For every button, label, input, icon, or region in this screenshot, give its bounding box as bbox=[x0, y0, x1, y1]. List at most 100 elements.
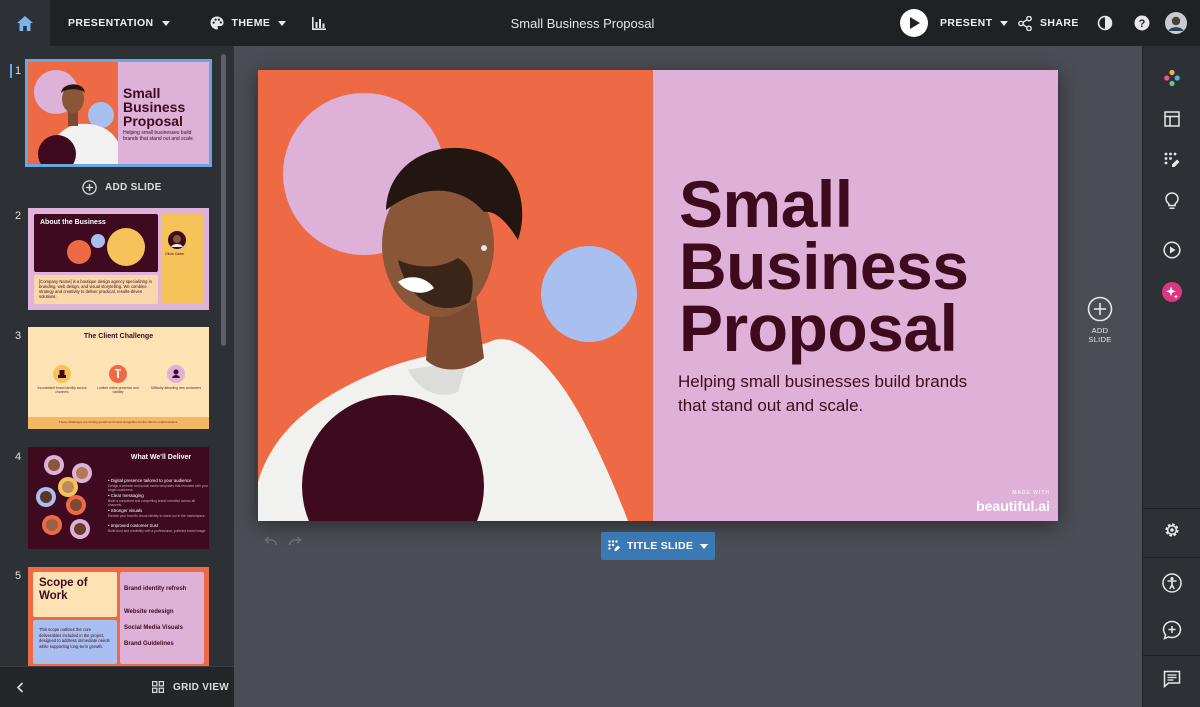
analytics-button[interactable] bbox=[312, 0, 327, 46]
slide-number: 1 bbox=[15, 65, 22, 77]
add-slide-label: ADD SLIDE bbox=[1088, 326, 1112, 344]
preview-button[interactable] bbox=[1143, 235, 1200, 265]
slide-panel: 1 Small Business Proposal Helping small … bbox=[0, 46, 234, 707]
slide-number: 3 bbox=[15, 330, 22, 342]
slide-canvas[interactable]: Small Business Proposal Helping small bu… bbox=[258, 70, 1058, 521]
lightbulb-icon bbox=[1165, 192, 1179, 209]
accessibility-button[interactable] bbox=[1143, 568, 1200, 598]
plus-circle-icon bbox=[1087, 296, 1113, 322]
slide-edit-icon bbox=[608, 540, 620, 551]
thumb-list-item: Brand Guidelines bbox=[124, 641, 174, 647]
selection-marker bbox=[10, 64, 12, 78]
ideas-button[interactable] bbox=[1143, 186, 1200, 216]
color-dots-icon bbox=[1164, 69, 1180, 87]
brand-watermark: beautiful.ai bbox=[976, 498, 1050, 514]
slide-thumbnail-5[interactable]: Scope of Work This scope outlines the co… bbox=[28, 567, 209, 666]
slide-thumbnail-2[interactable]: About the Business Olivia Carter [Compan… bbox=[28, 208, 209, 310]
history-controls bbox=[264, 536, 302, 546]
avatar[interactable] bbox=[1165, 12, 1187, 39]
grid-view-button[interactable]: GRID VIEW bbox=[152, 681, 229, 693]
plus-circle-icon bbox=[82, 180, 97, 195]
help-icon: ? bbox=[1134, 15, 1150, 31]
portrait-collage bbox=[36, 455, 92, 539]
thumb-title: Scope of Work bbox=[39, 577, 88, 602]
present-label: PRESENT bbox=[940, 17, 993, 29]
bar-chart-icon bbox=[312, 16, 327, 30]
add-comment-button[interactable] bbox=[1143, 615, 1200, 645]
slide-number: 5 bbox=[15, 570, 22, 582]
palette-icon bbox=[210, 16, 223, 30]
made-with-label: MADE WITH bbox=[1012, 490, 1050, 496]
share-icon bbox=[1018, 15, 1032, 31]
thumb-body: [Company Name] is a boutique design agen… bbox=[39, 279, 152, 299]
ai-sparkle-icon bbox=[1162, 282, 1182, 302]
chevron-down-icon bbox=[700, 543, 709, 549]
chevron-down-icon bbox=[278, 20, 287, 26]
thumb-subtitle: Helping small businesses build brands th… bbox=[123, 130, 195, 142]
decor-circle-blue bbox=[541, 246, 637, 342]
contrast-button[interactable] bbox=[1097, 15, 1113, 36]
slide-edit-icon bbox=[1164, 152, 1180, 167]
top-bar: PRESENTATION THEME Small Business Propos… bbox=[0, 0, 1200, 46]
thumb-list-item: • Improved customer trust Build trust and… bbox=[108, 523, 207, 533]
right-toolbar bbox=[1142, 46, 1200, 707]
presentation-menu[interactable]: PRESENTATION bbox=[68, 0, 170, 46]
theme-menu-label: THEME bbox=[231, 17, 271, 29]
thumbnail-scrollbar[interactable] bbox=[221, 54, 226, 346]
thumb-caption: Limited online presence and visibility bbox=[97, 386, 139, 394]
share-button[interactable]: SHARE bbox=[1018, 0, 1079, 46]
add-slide-after-button[interactable]: ADD SLIDE bbox=[1080, 296, 1120, 344]
settings-icon bbox=[1165, 523, 1179, 537]
thumb-list-item: • Stronger visuals Elevate your brand's v… bbox=[108, 508, 206, 518]
slide-layout-button[interactable]: TITLE SLIDE bbox=[601, 532, 715, 560]
thumb-body: This scope outlines the core deliverable… bbox=[39, 627, 110, 649]
slide-thumbnail-list: 1 Small Business Proposal Helping small … bbox=[0, 46, 234, 666]
ai-assistant-button[interactable] bbox=[1143, 277, 1200, 307]
comments-icon bbox=[1163, 670, 1181, 688]
hero-photo[interactable] bbox=[258, 70, 653, 521]
grid-view-label: GRID VIEW bbox=[173, 681, 230, 693]
slide-title[interactable]: Small Business Proposal bbox=[679, 171, 969, 361]
slide-number: 4 bbox=[15, 451, 22, 463]
play-circle-icon bbox=[1163, 241, 1181, 259]
undo-icon[interactable] bbox=[264, 536, 278, 546]
slide-thumbnail-4[interactable]: What We'll Deliver • Digital presence ta… bbox=[28, 447, 209, 549]
comments-button[interactable] bbox=[1143, 664, 1200, 694]
collapse-panel-button[interactable] bbox=[16, 680, 30, 694]
thumb-title: What We'll Deliver bbox=[130, 454, 192, 461]
add-slide-label: ADD SLIDE bbox=[105, 182, 162, 193]
share-label: SHARE bbox=[1040, 17, 1079, 29]
redo-icon[interactable] bbox=[288, 536, 302, 546]
slide-thumbnail-1[interactable]: Small Business Proposal Helping small bu… bbox=[25, 59, 212, 167]
thumb-caption: Inconsistent brand identity across chann… bbox=[37, 386, 87, 394]
layout-button[interactable] bbox=[1143, 104, 1200, 134]
add-slide-button[interactable]: ADD SLIDE bbox=[82, 180, 162, 195]
play-icon bbox=[900, 9, 928, 37]
thumb-list-item: Social Media Visuals bbox=[124, 625, 183, 631]
layout-icon bbox=[1164, 111, 1180, 127]
grid-icon bbox=[152, 681, 164, 693]
thumb-caption: Difficulty attracting new customers bbox=[151, 386, 201, 390]
thumb-list-item: • Digital presence tailored to your audi… bbox=[108, 478, 209, 492]
chevron-left-icon bbox=[16, 681, 24, 693]
contrast-icon bbox=[1097, 15, 1113, 31]
color-palette-button[interactable] bbox=[1143, 63, 1200, 93]
slide-thumbnail-3[interactable]: The Client Challenge Inconsistent brand … bbox=[28, 327, 209, 429]
slide-edit-button[interactable] bbox=[1143, 145, 1200, 175]
thumb-list-item: Brand identity refresh bbox=[124, 586, 187, 592]
thumb-title: Small Business Proposal bbox=[123, 85, 186, 129]
settings-button[interactable] bbox=[1143, 515, 1200, 545]
home-icon bbox=[17, 15, 33, 31]
home-button[interactable] bbox=[0, 0, 50, 46]
help-button[interactable]: ? bbox=[1134, 15, 1150, 36]
thumb-list-item: • Clear messaging Build a consistent and … bbox=[108, 493, 195, 507]
presentation-menu-label: PRESENTATION bbox=[68, 17, 154, 29]
slide-subtitle[interactable]: Helping small businesses build brands th… bbox=[678, 370, 1008, 418]
thumb-list-item: Website redesign bbox=[124, 609, 174, 615]
present-button[interactable]: PRESENT bbox=[900, 0, 1009, 46]
theme-menu[interactable]: THEME bbox=[210, 0, 287, 46]
thumb-footer: These challenges are limiting growth and… bbox=[58, 420, 179, 424]
thumb-person-name: Olivia Carter bbox=[165, 252, 185, 256]
portrait-icon bbox=[168, 231, 186, 249]
slide-number: 2 bbox=[15, 210, 22, 222]
